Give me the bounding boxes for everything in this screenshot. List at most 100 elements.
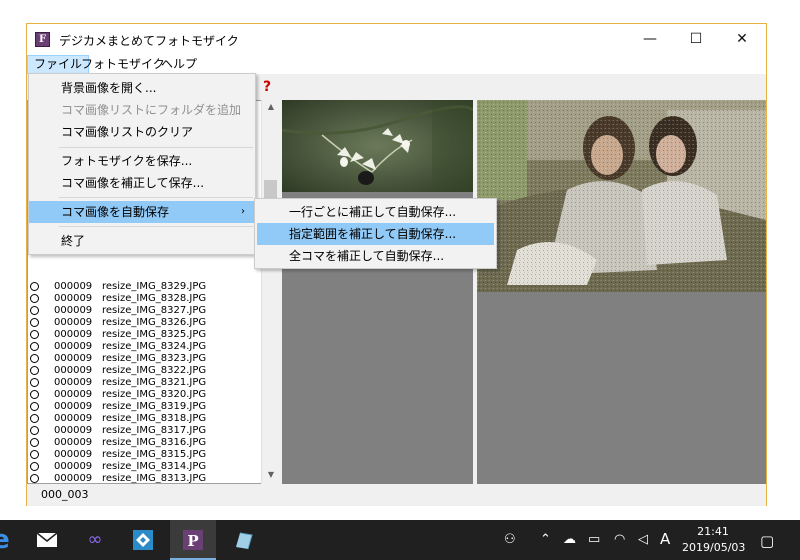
radio-button[interactable] [30,414,39,423]
menu-separator [59,226,253,227]
radio-button[interactable] [30,402,39,411]
menu-exit[interactable]: 終了 [29,230,255,252]
row-filename: resize_IMG_8325.JPG [102,329,207,340]
row-number: 000009 [54,377,93,388]
photomosaic-app-icon[interactable]: P [170,520,216,560]
row-filename: resize_IMG_8316.JPG [102,437,207,448]
status-bar: 000_003 [27,484,766,506]
submenu-arrow-icon: › [241,206,245,217]
submenu-save-all[interactable]: 全コマを補正して自動保存... [257,245,494,267]
auto-save-submenu: 一行ごとに補正して自動保存... 指定範囲を補正して自動保存... 全コマを補正… [254,198,497,269]
row-number: 000009 [54,413,93,424]
radio-button[interactable] [30,474,39,483]
menu-help[interactable]: ヘルプ [155,55,203,74]
close-button[interactable]: ✕ [719,24,765,55]
menu-add-folder: コマ画像リストにフォルダを追加 [61,103,242,117]
edge-icon[interactable]: e [0,520,24,560]
maximize-icon: ☐ [689,31,703,47]
title-bar[interactable]: F デジカメまとめてフォトモザイク — ☐ ✕ [27,24,766,55]
minimize-button[interactable]: — [627,24,673,55]
radio-button[interactable] [30,426,39,435]
row-filename: resize_IMG_8323.JPG [102,353,207,364]
radio-button[interactable] [30,390,39,399]
row-filename: resize_IMG_8315.JPG [102,449,207,460]
radio-button[interactable] [30,354,39,363]
row-filename: resize_IMG_8320.JPG [102,389,207,400]
radio-button[interactable] [30,306,39,315]
paint-app-icon[interactable] [220,520,266,560]
menu-separator [59,197,253,198]
row-filename: resize_IMG_8326.JPG [102,317,207,328]
row-number: 000009 [54,389,93,400]
app-icon-diamond[interactable] [120,520,166,560]
clock-date: 2019/05/03 [682,541,746,554]
row-number: 000009 [54,329,93,340]
scroll-down-icon[interactable]: ▼ [265,470,277,480]
row-filename: resize_IMG_8328.JPG [102,293,207,304]
radio-button[interactable] [30,450,39,459]
row-number: 000009 [54,425,93,436]
tile-image-panel [282,100,473,484]
row-filename: resize_IMG_8324.JPG [102,341,207,352]
row-filename: resize_IMG_8314.JPG [102,461,207,472]
close-icon: ✕ [736,31,748,47]
menu-clear-list[interactable]: コマ画像リストのクリア [29,121,255,143]
taskbar-clock[interactable]: 21:41 2019/05/03 [682,524,746,556]
radio-button[interactable] [30,342,39,351]
radio-button[interactable] [30,282,39,291]
submenu-save-per-row[interactable]: 一行ごとに補正して自動保存... [257,201,494,223]
menu-save-mosaic[interactable]: フォトモザイクを保存... [29,150,255,172]
row-filename: resize_IMG_8322.JPG [102,365,207,376]
input-mode-indicator[interactable]: A [660,530,670,548]
radio-button[interactable] [30,378,39,387]
row-filename: resize_IMG_8318.JPG [102,413,207,424]
row-filename: resize_IMG_8321.JPG [102,377,207,388]
row-number: 000009 [54,401,93,412]
radio-button[interactable] [30,366,39,375]
submenu-save-range[interactable]: 指定範囲を補正して自動保存... [257,223,494,245]
menu-open-background[interactable]: 背景画像を開く... [29,77,255,99]
row-filename: resize_IMG_8313.JPG [102,473,207,484]
people-icon[interactable]: ⚇ [504,532,516,547]
wifi-icon[interactable]: ◠ [614,532,625,547]
row-number: 000009 [54,365,93,376]
tile-preview-image [282,100,473,192]
menu-auto-save-tiles[interactable]: コマ画像を自動保存 › [29,201,255,223]
file-menu-dropdown: 背景画像を開く... コマ画像リストにフォルダを追加 コマ画像リストのクリア フ… [28,73,256,255]
volume-icon[interactable]: ◁ [638,532,648,547]
mail-icon[interactable] [24,520,70,560]
radio-button[interactable] [30,438,39,447]
app-icon[interactable]: F [35,32,50,47]
menu-save-corrected-tile[interactable]: コマ画像を補正して保存... [29,172,255,194]
menu-bar: ファイル フォトモザイク ヘルプ [27,55,766,74]
row-number: 000009 [54,437,93,448]
radio-button[interactable] [30,462,39,471]
row-number: 000009 [54,305,93,316]
minimize-icon: — [643,31,657,47]
radio-button[interactable] [30,318,39,327]
svg-text:P: P [187,532,198,550]
row-number: 000009 [54,317,93,328]
row-number: 000009 [54,281,93,292]
menu-separator [59,147,253,148]
cloud-icon[interactable]: ☁ [563,532,576,547]
row-filename: resize_IMG_8317.JPG [102,425,207,436]
taskbar: e ∞ P ⚇ ⌃ ☁ ▭ ◠ ◁ A ▢ [0,520,800,560]
mosaic-image-panel [477,100,766,484]
question-mark-icon[interactable]: ? [263,79,271,95]
list-scrollbar[interactable]: ▲ ▼ [261,100,279,484]
row-filename: resize_IMG_8319.JPG [102,401,207,412]
row-number: 000009 [54,473,93,484]
clock-time: 21:41 [697,525,729,538]
radio-button[interactable] [30,330,39,339]
scroll-up-icon[interactable]: ▲ [265,102,277,112]
battery-icon[interactable]: ▭ [588,532,600,547]
infinity-app-icon[interactable]: ∞ [72,520,118,560]
radio-button[interactable] [30,294,39,303]
notification-icon[interactable]: ▢ [760,532,774,550]
chevron-up-icon[interactable]: ⌃ [540,532,551,547]
row-number: 000009 [54,353,93,364]
row-filename: resize_IMG_8329.JPG [102,281,207,292]
row-number: 000009 [54,293,93,304]
maximize-button[interactable]: ☐ [673,24,719,55]
